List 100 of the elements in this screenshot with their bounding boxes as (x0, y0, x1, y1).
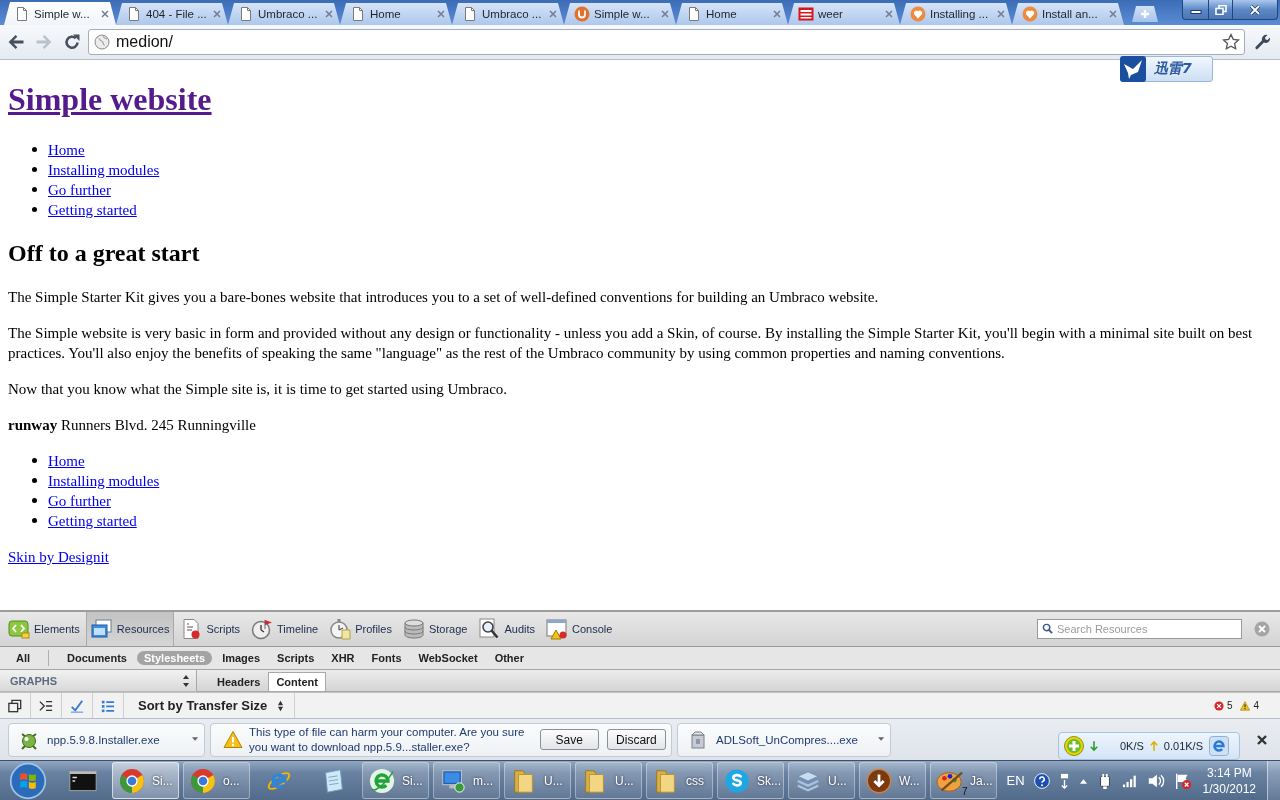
bookmark-star-icon[interactable] (1222, 33, 1240, 51)
down-arrow-icon (1090, 740, 1098, 752)
browser-tab[interactable]: Home (676, 3, 788, 25)
browser-tab[interactable]: Install an... (1012, 3, 1124, 25)
e-browser-icon[interactable] (1209, 736, 1229, 756)
browser-tab[interactable]: Umbraco ... (452, 3, 564, 25)
checkmark-icon[interactable] (70, 698, 84, 713)
list-icon[interactable] (101, 698, 115, 713)
bullet-icon (32, 207, 37, 213)
language-indicator[interactable]: EN (1006, 773, 1025, 788)
panel-tab[interactable]: Timeline (246, 612, 324, 646)
speed-monitor[interactable]: 0K/S 0.01K/S (1058, 732, 1240, 760)
taskbar-button[interactable]: Ja... 7 (930, 762, 997, 799)
bullet-icon (32, 167, 37, 173)
sort-arrows-icon (277, 699, 285, 712)
browser-tab[interactable]: Installing ... (900, 3, 1012, 25)
nav-link[interactable]: Installing modules (48, 470, 160, 491)
square-logo-icon (798, 6, 814, 22)
view-tab[interactable]: Headers (209, 672, 269, 691)
clock-date[interactable]: 1/30/2012 (1202, 780, 1256, 797)
help-icon[interactable] (1033, 772, 1050, 789)
download-item[interactable]: ADLSoft_UnCompres....exe (677, 722, 891, 757)
page-icon (126, 6, 142, 22)
nav-link[interactable]: Home (48, 450, 85, 471)
nav-link[interactable]: Installing modules (48, 159, 160, 180)
prompt-icon[interactable] (39, 698, 53, 713)
error-count[interactable]: 5 (1226, 700, 1233, 711)
paragraph: Now that you know what the Simple site is, it is time to get started using Umbraco. (8, 379, 509, 399)
download-item[interactable]: npp.5.9.8.Installer.exe (8, 722, 205, 757)
network-arrows-icon[interactable] (1058, 772, 1070, 789)
filter-tab[interactable]: WebSocket (411, 651, 485, 665)
show-desktop-button[interactable] (1267, 761, 1280, 800)
page-heading: Off to a great start (8, 239, 201, 267)
bullet-icon (32, 478, 37, 484)
restore-button[interactable] (1209, 0, 1233, 20)
plus-circle-icon (1064, 736, 1084, 756)
bullet-icon (32, 458, 37, 464)
back-arrow-icon[interactable] (7, 33, 25, 51)
view-tab[interactable]: Content (268, 672, 326, 691)
taskbar-button[interactable]: o... (183, 762, 250, 799)
bullet-icon (32, 498, 37, 504)
warning-count[interactable]: 4 (1253, 700, 1259, 711)
nav-link[interactable]: Getting started (48, 199, 137, 220)
clock-time[interactable]: 3:14 PM (1206, 764, 1252, 781)
new-tab-button[interactable] (1132, 6, 1158, 22)
caret-icon[interactable] (877, 737, 885, 742)
panel-tab[interactable]: Storage (397, 612, 473, 646)
minimize-button[interactable] (1182, 0, 1209, 20)
download-action-button[interactable]: Save (539, 729, 599, 750)
nav-link[interactable]: Home (48, 139, 85, 160)
windows-icon (90, 618, 113, 640)
panel-tab[interactable]: Profiles (324, 612, 397, 646)
window-count: 7 (962, 786, 968, 797)
wrench-icon[interactable] (1254, 33, 1272, 51)
widget-label: 迅雷7 (1154, 60, 1192, 78)
floating-widget[interactable]: 迅雷7 (1120, 56, 1213, 82)
address-bar[interactable]: medion/ (88, 29, 1245, 55)
browser-tab[interactable]: weer (788, 3, 900, 25)
browser-tab[interactable]: Simple w... (564, 3, 676, 25)
filter-tab[interactable]: Documents (60, 651, 134, 665)
nav-link[interactable]: Getting started (48, 510, 137, 531)
nav-link[interactable]: Go further (48, 490, 111, 511)
overlapping-windows-icon[interactable] (8, 698, 22, 713)
caret-up-icon[interactable] (1078, 777, 1088, 784)
download-action-button[interactable]: Discard (606, 729, 666, 750)
browser-tab[interactable]: Home (340, 3, 452, 25)
download-icon (865, 767, 893, 794)
panel-tab[interactable]: Elements (3, 612, 85, 646)
panel-tab[interactable]: Console (541, 612, 618, 646)
site-title-link[interactable]: Simple website (8, 81, 212, 118)
magnifier-icon (478, 618, 501, 640)
paragraph: The Simple Starter Kit gives you a bare-bones website that introduces you to a set of well-defined conventions for building an Umbraco website. (8, 287, 880, 307)
filter-tab[interactable]: XHR (324, 651, 362, 665)
filter-tab[interactable]: Images (215, 651, 268, 665)
browser-tab[interactable]: 404 - File ... (116, 3, 228, 25)
warning-text: This type of file can harm your computer. Are you sure you want to download npp.5.9...staller.exe? (249, 724, 526, 755)
filter-tab[interactable]: Other (487, 651, 531, 665)
flag-icon[interactable] (1173, 771, 1192, 790)
browser-tab[interactable]: Simple w... (4, 2, 116, 25)
up-arrow-icon (1149, 740, 1158, 752)
filter-tab[interactable]: All (9, 651, 38, 665)
page-icon (238, 6, 254, 22)
filter-tab[interactable]: Scripts (270, 651, 322, 665)
panel-tab[interactable]: Resources (85, 612, 175, 646)
filter-tab[interactable]: Fonts (364, 651, 409, 665)
clock-flag-icon (251, 618, 274, 640)
error-icon (1213, 700, 1224, 711)
credit-link[interactable]: Skin by Designit (8, 548, 109, 565)
bullet-icon (32, 518, 37, 524)
page-icon (350, 6, 366, 22)
reload-icon[interactable] (63, 33, 81, 51)
panel-tab[interactable]: Audits (473, 612, 541, 646)
close-icon[interactable] (1256, 733, 1268, 746)
close-button[interactable] (1233, 0, 1278, 20)
circle-logo-icon (574, 6, 590, 22)
browser-tab[interactable]: Umbraco ... (228, 3, 340, 25)
caret-icon[interactable] (192, 737, 199, 742)
search-field[interactable]: Search Resources (1037, 619, 1242, 639)
nav-link[interactable]: Go further (48, 179, 111, 200)
panel-tab[interactable]: Scripts (175, 612, 246, 646)
